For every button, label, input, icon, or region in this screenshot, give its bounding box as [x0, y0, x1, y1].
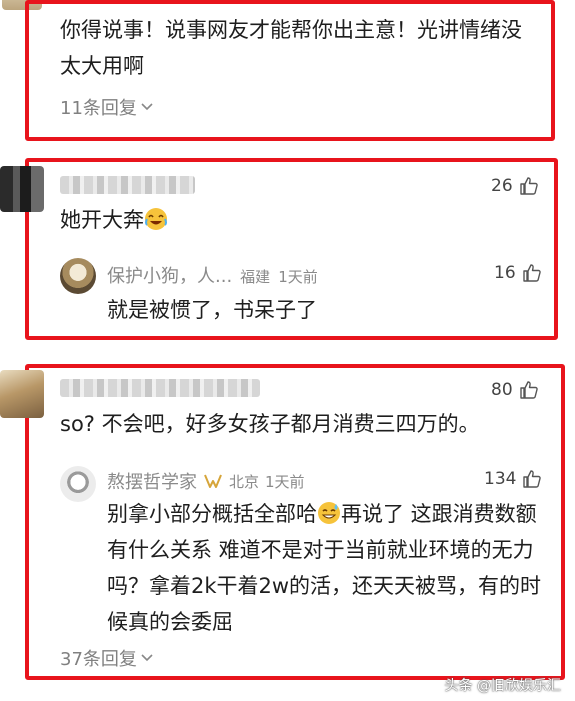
like-button[interactable]: 80 — [491, 380, 539, 400]
chevron-down-icon — [141, 654, 153, 662]
like-count: 134 — [484, 469, 517, 489]
like-button[interactable]: 26 — [491, 176, 539, 196]
like-count: 80 — [491, 380, 513, 400]
thumbs-up-icon — [522, 264, 541, 282]
reply-avatar[interactable] — [60, 466, 96, 502]
reply-text: 就是被惯了，书呆子了 — [107, 298, 317, 322]
reply-meta: 保护小狗，人... 福建 1天前 — [107, 262, 318, 288]
like-button[interactable]: 134 — [484, 469, 542, 489]
reply-username[interactable]: 保护小狗，人... — [107, 262, 232, 288]
reply-time: 1天前 — [278, 268, 318, 286]
reply-meta: 熬摆哲学家 北京 1天前 — [107, 468, 305, 494]
avatar-blurred[interactable] — [0, 370, 44, 418]
thumbs-up-icon — [523, 470, 542, 488]
replies-count-label: 37条回复 — [60, 649, 137, 670]
reply-location: 福建 — [240, 268, 271, 286]
verified-badge-icon — [204, 474, 222, 488]
username-blurred[interactable] — [60, 379, 260, 397]
chevron-down-icon — [141, 103, 153, 111]
reply-avatar[interactable] — [60, 258, 96, 294]
like-count: 16 — [494, 263, 516, 283]
comment-text: 你得说事！说事网友才能帮你出主意！光讲情绪没太大用啊 — [60, 18, 522, 78]
reply-username[interactable]: 熬摆哲学家 — [107, 468, 197, 494]
reply-location: 北京 — [229, 472, 260, 491]
comment-text: so? 不会吧，好多女孩子都月消费三四万的。 — [60, 412, 480, 436]
laugh-cry-emoji-icon — [145, 208, 167, 230]
watermark: 头条 @旧欣娱乐汇 — [444, 678, 561, 694]
like-button[interactable]: 16 — [494, 263, 542, 283]
reply-text: 别拿小部分概括全部哈 再说了 这跟消费数额有什么关系 难道不是对于当前就业环境的无… — [107, 496, 545, 640]
avatar-blurred[interactable] — [0, 166, 44, 212]
username-blurred[interactable] — [60, 176, 195, 194]
comment-text: 她开大奔 — [60, 202, 168, 238]
like-count: 26 — [491, 176, 513, 196]
view-replies-button[interactable]: 37条回复 — [60, 645, 153, 671]
thumbs-up-icon — [519, 177, 538, 195]
comment-text-body: 她开大奔 — [60, 208, 144, 232]
reply-time: 1天前 — [265, 472, 305, 491]
sweat-smile-emoji-icon — [318, 502, 340, 524]
reply-text-part1: 别拿小部分概括全部哈 — [107, 502, 317, 526]
replies-count-label: 11条回复 — [60, 98, 137, 119]
view-replies-button[interactable]: 11条回复 — [60, 94, 153, 120]
thumbs-up-icon — [519, 381, 538, 399]
